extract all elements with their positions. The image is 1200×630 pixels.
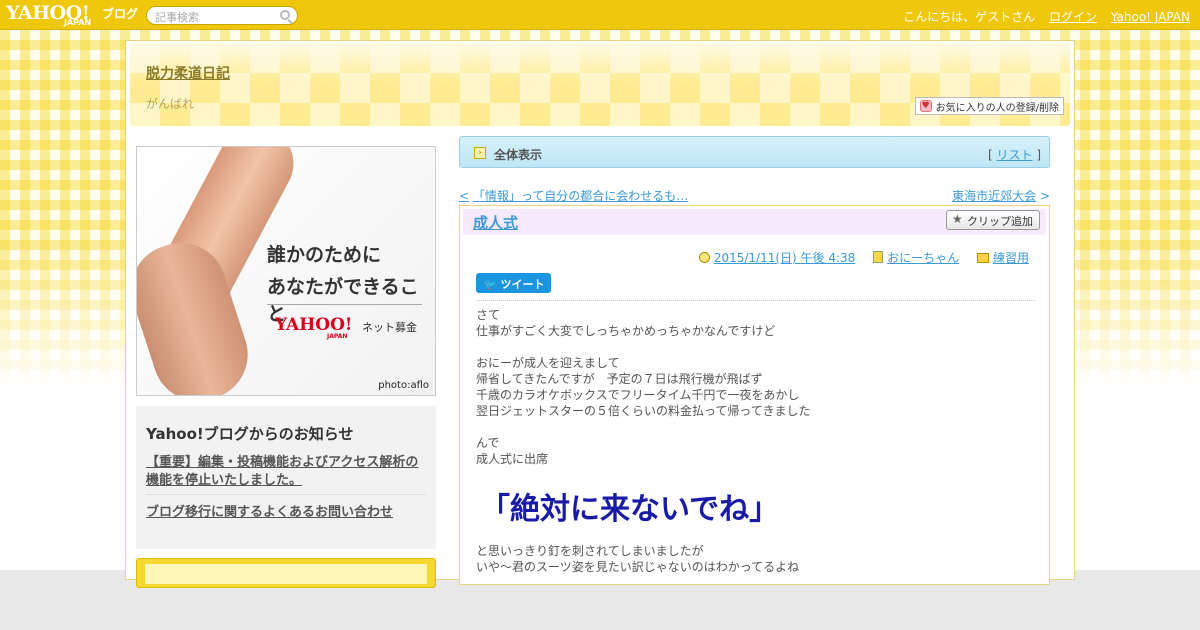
body-line: 仕事がすごく大変でしっちゃかめっちゃかなんですけど [476, 324, 776, 338]
sidebar-widget [136, 558, 436, 588]
notice-panel: Yahoo!ブログからのお知らせ 【重要】編集・投稿機能およびアクセス解析の機能… [136, 406, 436, 549]
highlight-quote: 「絶対に来ないでね」 [480, 492, 780, 527]
notice-link-important[interactable]: 【重要】編集・投稿機能およびアクセス解析の機能を停止いたしました。 [146, 454, 428, 490]
login-link[interactable]: ログイン [1049, 10, 1097, 24]
post-date: 2015/1/11(日) 午後 4:38 [698, 251, 859, 265]
article-header: 成人式 ★ クリップ追加 [463, 209, 1046, 235]
body-line [476, 419, 1036, 435]
clip-add-button[interactable]: ★ クリップ追加 [946, 210, 1040, 230]
body-line: 翌日ジェットスターの５倍くらいの料金払って帰ってきました [476, 404, 811, 418]
blog-header: 脱力柔道日記 がんばれ ♥ お気に入りの人の登録/削除 [130, 43, 1070, 126]
tweet-label: ツイート [500, 278, 545, 291]
clock-icon [698, 252, 710, 263]
prev-post-title: 「情報」って自分の都合に会わせるも… [472, 189, 689, 203]
next-arrow: > [1039, 189, 1050, 203]
blog-subtitle: がんばれ [146, 97, 195, 111]
next-post-title: 東海市近郊大会 [952, 189, 1037, 203]
bracket-open: [ [987, 148, 993, 162]
post-date-link[interactable]: 2015/1/11(日) 午後 4:38 [714, 251, 855, 265]
heart-icon: ♥ [919, 100, 932, 112]
favorite-button[interactable]: ♥ お気に入りの人の登録/削除 [914, 97, 1064, 115]
ad-divider [267, 304, 422, 305]
post-category: 練習用 [976, 251, 1029, 265]
body-line: さて [476, 308, 501, 322]
list-toggle: [ リスト ] [988, 146, 1041, 163]
blog-title[interactable]: 脱力柔道日記 [146, 63, 230, 83]
ad-brand-sub: JAPAN [327, 333, 348, 340]
blog-container: 脱力柔道日記 がんばれ ♥ お気に入りの人の登録/削除 誰かのために あなたがで… [125, 40, 1075, 588]
author-link[interactable]: おにーちゃん [887, 251, 959, 265]
notice-divider [146, 494, 426, 495]
yahoo-blog-logo[interactable]: YAHOO! JAPAN ブログ [6, 2, 141, 28]
clip-button-label: クリップ追加 [967, 215, 1033, 228]
twitter-bird-icon: 🐦 [484, 280, 497, 291]
category-link[interactable]: 練習用 [993, 251, 1029, 265]
view-mode-bar: › 全体表示 [ リスト ] [459, 136, 1050, 168]
body-line: んで [476, 436, 500, 450]
article-meta: 2015/1/11(日) 午後 4:38 おにーちゃん 練習用 [685, 249, 1029, 266]
ad-headline-1: 誰かのために [267, 244, 382, 266]
article-divider [476, 300, 1036, 301]
donation-ad-banner[interactable]: 誰かのために あなたができること YAHOO! JAPAN ネット募金 phot… [136, 146, 436, 396]
user-icon [873, 251, 884, 263]
post-author: おにーちゃん [873, 251, 963, 265]
prev-arrow: < [459, 189, 470, 203]
notice-link-faq[interactable]: ブログ移行に関するよくあるお問い合わせ [146, 501, 393, 520]
list-link[interactable]: リスト [996, 148, 1032, 162]
article: 成人式 ★ クリップ追加 2015/1/11(日) 午後 4:38 おにーちゃん… [459, 205, 1050, 585]
yahoo-japan-link[interactable]: Yahoo! JAPAN [1111, 10, 1190, 24]
next-post-link[interactable]: 東海市近郊大会 > [952, 187, 1050, 204]
favorite-button-label: お気に入りの人の登録/削除 [935, 103, 1059, 114]
ad-service-name: ネット募金 [362, 321, 417, 334]
article-body-continued: と思いっきり釘を刺されてしまいましたが いや～君のスーツ姿を見たい訳じゃないのは… [476, 543, 1036, 575]
body-line: 千歳のカラオケボックスでフリータイム千円で一夜をあかし [476, 388, 800, 402]
logo-sub: JAPAN [64, 18, 92, 27]
ad-photo-credit: photo:aflo [378, 380, 429, 391]
bracket-close: ] [1036, 148, 1041, 162]
arrow-right-icon: › [474, 147, 486, 159]
notice-title: Yahoo!ブログからのお知らせ [146, 425, 354, 443]
search-input[interactable]: 記事検索 [146, 6, 298, 25]
star-icon: ★ [952, 212, 963, 226]
body-line: いや～君のスーツ姿を見たい訳じゃないのはわかってるよね [476, 560, 800, 574]
body-line [476, 339, 1036, 355]
user-nav: こんにちは、ゲストさん ログイン Yahoo! JAPAN [893, 8, 1190, 25]
search-placeholder: 記事検索 [155, 11, 199, 24]
body-line: おにーが成人を迎えまして [476, 356, 620, 370]
search-icon[interactable] [280, 10, 290, 20]
top-bar: YAHOO! JAPAN ブログ 記事検索 こんにちは、ゲストさん ログイン Y… [0, 0, 1200, 30]
logo-service: ブログ [102, 7, 139, 21]
body-line: 帰省してきたんですが 予定の７日は飛行機が飛ばず [476, 372, 763, 386]
greeting-text: こんにちは、ゲストさん [903, 10, 1036, 24]
article-title[interactable]: 成人式 [473, 212, 518, 233]
body-line: 成人式に出席 [476, 452, 549, 466]
tweet-button[interactable]: 🐦 ツイート [476, 273, 551, 293]
ad-brand-logo: YAHOO! [275, 315, 353, 335]
view-all-label: 全体表示 [494, 148, 543, 162]
folder-icon [976, 253, 989, 263]
previous-post-link[interactable]: < 「情報」って自分の都合に会わせるも… [459, 187, 688, 204]
article-body: さて 仕事がすごく大変でしっちゃかめっちゃかなんですけど おにーが成人を迎えまし… [476, 307, 1036, 467]
body-line: と思いっきり釘を刺されてしまいましたが [476, 544, 704, 558]
